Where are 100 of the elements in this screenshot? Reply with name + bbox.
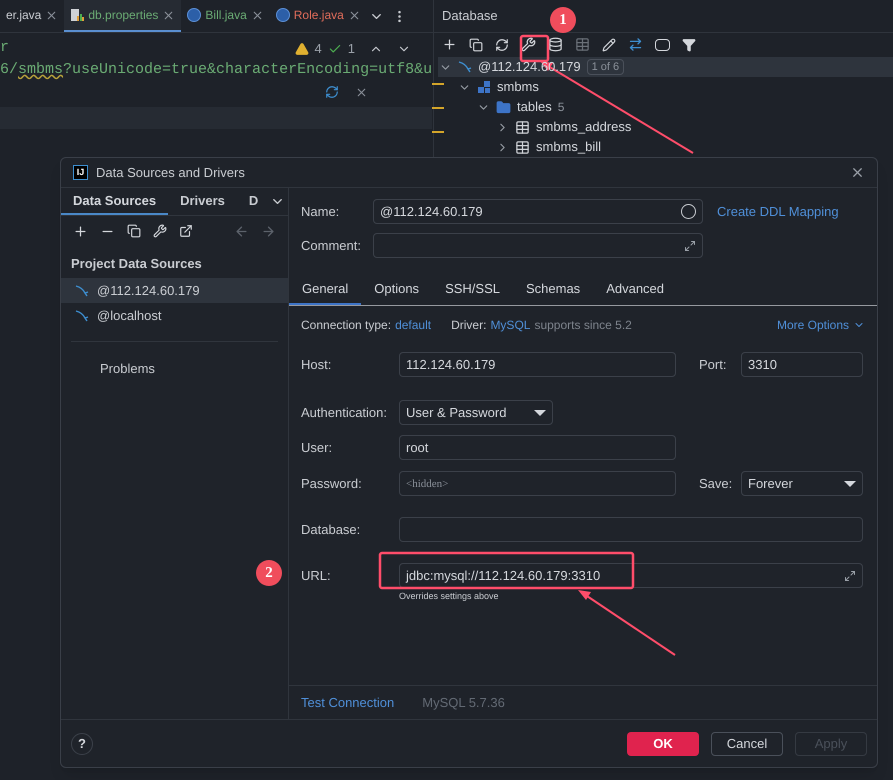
tab[interactable]: Schemas xyxy=(512,274,594,305)
field-label: Host: xyxy=(301,356,332,374)
name-field[interactable]: @112.124.60.179 xyxy=(373,199,703,224)
database-field[interactable] xyxy=(399,517,863,542)
server-version: MySQL 5.7.36 xyxy=(422,694,505,712)
table-icon[interactable] xyxy=(575,37,590,52)
editor-tab[interactable]: er.java xyxy=(0,0,64,32)
code-line: 6/smbms?useUnicode=true&characterEncoding=utf8&u xyxy=(0,60,432,80)
port-field[interactable]: 3310 xyxy=(741,352,863,377)
count-badge: 1 of 6 xyxy=(586,59,624,75)
panel-title: Database xyxy=(442,7,498,26)
save-dropdown[interactable]: Forever xyxy=(741,471,863,496)
section-heading: Project Data Sources xyxy=(70,255,203,273)
tree-label: smbms_bill xyxy=(536,138,602,156)
connection-type-link[interactable]: default xyxy=(395,316,432,334)
url-field[interactable]: jdbc:mysql://112.124.60.179:3310 xyxy=(399,563,863,588)
open-external-icon[interactable] xyxy=(179,224,193,238)
help-button[interactable]: ? xyxy=(71,732,93,754)
tab[interactable]: Options xyxy=(361,274,432,305)
close-icon[interactable] xyxy=(355,86,368,98)
warning-stripe xyxy=(432,131,444,133)
compare-icon[interactable] xyxy=(628,37,643,52)
tab[interactable]: D xyxy=(236,188,270,215)
table-icon xyxy=(515,120,530,134)
field-label: User: xyxy=(301,438,334,457)
field-label: Connection type: xyxy=(301,317,392,334)
close-icon xyxy=(348,8,361,22)
count-label: 5 xyxy=(558,99,564,116)
tab[interactable]: General xyxy=(289,274,362,305)
tree-label: tables xyxy=(517,98,552,116)
color-picker-icon xyxy=(681,204,696,219)
add-icon[interactable] xyxy=(73,224,88,238)
problems-item[interactable]: Problems xyxy=(61,359,288,378)
dialog-button[interactable]: OK xyxy=(627,732,699,756)
dolphin-icon xyxy=(75,308,89,322)
driver-link[interactable]: MySQL xyxy=(490,316,530,334)
dropdown-arrow-icon xyxy=(844,480,856,486)
forward-icon[interactable] xyxy=(261,224,276,238)
editor-tab[interactable]: Bill.java xyxy=(181,0,270,32)
data-source-item[interactable]: @112.124.60.179 xyxy=(61,278,288,303)
close-icon[interactable] xyxy=(850,165,865,180)
tab[interactable]: Advanced xyxy=(593,274,678,305)
field-label: Port: xyxy=(699,356,728,374)
dialog-title: Data Sources and Drivers xyxy=(96,164,245,182)
properties-icon[interactable] xyxy=(153,224,167,238)
duplicate-icon[interactable] xyxy=(127,224,141,238)
tree-item[interactable]: tables 5 xyxy=(476,97,893,117)
app-logo: IJ xyxy=(73,165,88,180)
filter-icon[interactable] xyxy=(682,38,696,52)
field-label: Database: xyxy=(301,520,362,539)
properties-icon[interactable] xyxy=(521,37,536,52)
dialog-button[interactable]: Cancel xyxy=(711,732,783,756)
highlight-frame xyxy=(520,34,550,62)
editor-tab[interactable]: Role.java xyxy=(270,0,367,32)
add-icon[interactable] xyxy=(442,37,457,52)
user-field[interactable]: root xyxy=(399,435,676,460)
tree-item[interactable]: smbms_bill xyxy=(495,137,893,157)
copy-icon[interactable] xyxy=(469,38,483,52)
field-label: Password: xyxy=(301,474,363,493)
field-label: Comment: xyxy=(301,236,362,255)
tab[interactable]: Data Sources xyxy=(61,188,168,215)
comment-field[interactable] xyxy=(373,233,703,258)
tab[interactable]: SSH/SSL xyxy=(432,274,513,305)
close-icon xyxy=(162,8,176,22)
passed-count: 1 xyxy=(348,40,355,58)
test-connection-link[interactable]: Test Connection xyxy=(301,692,394,712)
warning-icon xyxy=(294,42,309,56)
warning-count: 4 xyxy=(314,40,322,58)
dropdown-arrow-icon xyxy=(534,410,546,416)
class-icon xyxy=(187,8,202,22)
dolphin-icon xyxy=(75,284,89,298)
expand-icon xyxy=(684,240,696,252)
tree-label: smbms_address xyxy=(536,118,632,136)
database-icon[interactable] xyxy=(548,37,563,52)
editor-tab[interactable]: db.properties xyxy=(64,0,182,32)
reload-icon[interactable] xyxy=(325,85,340,99)
tree-label: smbms xyxy=(497,78,539,96)
field-label: Name: xyxy=(301,202,340,221)
tree-item[interactable]: smbms_address xyxy=(495,117,893,137)
more-options-link[interactable]: More Options xyxy=(776,316,865,334)
url-hint: Overrides settings above xyxy=(399,590,500,603)
close-icon xyxy=(250,8,264,22)
edit-icon[interactable] xyxy=(602,38,616,52)
dolphin-icon xyxy=(458,60,472,74)
tree-item[interactable]: smbms xyxy=(457,77,893,97)
host-field[interactable]: 112.124.60.179 xyxy=(399,352,676,377)
tab[interactable]: Drivers xyxy=(168,188,237,215)
password-field[interactable]: <hidden> xyxy=(399,471,676,496)
field-label: Save: xyxy=(699,474,734,493)
folder-icon xyxy=(496,100,511,114)
table-icon xyxy=(515,140,530,154)
class-icon xyxy=(276,8,290,22)
field-label: Driver: xyxy=(451,317,486,334)
schema-icon xyxy=(477,80,491,94)
data-source-item[interactable]: @localhost xyxy=(61,303,288,328)
refresh-icon[interactable] xyxy=(495,38,509,52)
authentication-dropdown[interactable]: User & Password xyxy=(399,400,553,425)
create-ddl-link[interactable]: Create DDL Mapping xyxy=(717,202,839,222)
back-icon[interactable] xyxy=(234,224,249,238)
console-icon[interactable] xyxy=(655,38,670,51)
